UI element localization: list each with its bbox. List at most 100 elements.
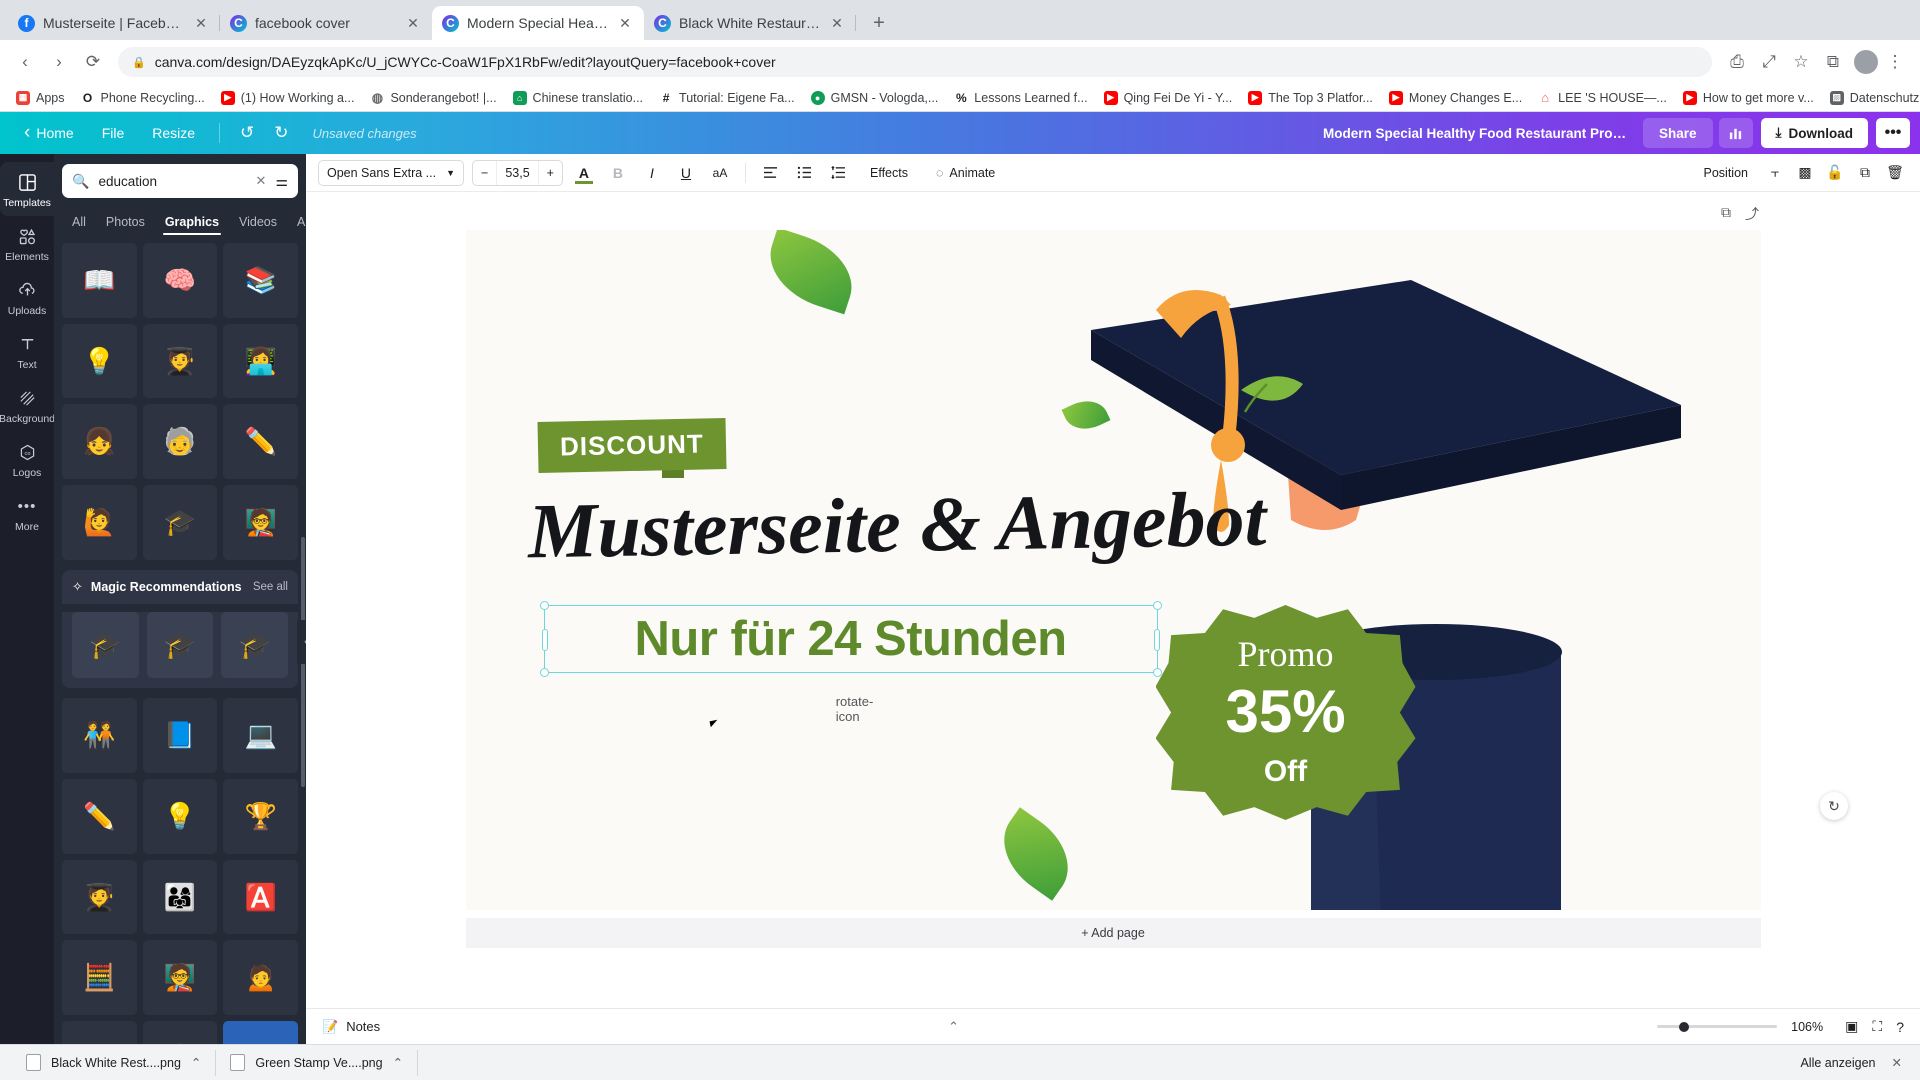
bookmark-item[interactable]: ▶ The Top 3 Platfor... xyxy=(1240,87,1381,109)
font-size-value[interactable]: 53,5 xyxy=(496,160,539,185)
magic-thumb[interactable]: 🎓 xyxy=(221,611,288,679)
position-button[interactable]: Position xyxy=(1694,160,1758,186)
redo-icon[interactable]: ↻ xyxy=(264,118,298,148)
graphic-thumb[interactable]: 🎓 xyxy=(142,485,218,560)
rail-item-uploads[interactable]: Uploads xyxy=(0,270,54,324)
graphic-thumb[interactable]: 💻 xyxy=(62,1021,137,1044)
bookmark-item[interactable]: ▶ Qing Fei De Yi - Y... xyxy=(1096,87,1241,109)
zoom-slider-knob[interactable] xyxy=(1679,1021,1690,1032)
chrome-menu-icon[interactable]: ⋮ xyxy=(1880,47,1910,77)
transparency-icon[interactable]: ▩ xyxy=(1792,160,1818,186)
extensions-icon[interactable]: ⧉ xyxy=(1818,47,1848,77)
bookmark-item[interactable]: O Phone Recycling... xyxy=(73,87,213,109)
zoom-slider[interactable] xyxy=(1657,1021,1778,1032)
file-menu-button[interactable]: File xyxy=(88,118,139,148)
tab-all[interactable]: All xyxy=(62,208,96,237)
browser-tab[interactable]: C facebook cover ✕ xyxy=(220,6,432,40)
magic-thumb[interactable]: 🎓 xyxy=(72,611,139,679)
bullet-list-icon[interactable] xyxy=(792,160,818,186)
browser-tab[interactable]: C Black White Restaurant Typogr ✕ xyxy=(644,6,856,40)
share-page-icon[interactable]: ⤴ xyxy=(1745,204,1759,224)
rail-item-logos[interactable]: co Logos xyxy=(0,432,54,486)
document-title[interactable]: Modern Special Healthy Food Restaurant P… xyxy=(1313,126,1643,141)
subline-text[interactable]: Nur für 24 Stunden xyxy=(545,606,1157,672)
magic-thumb[interactable]: 🎓 xyxy=(146,611,214,679)
close-icon[interactable]: ✕ xyxy=(828,14,846,32)
font-size-increase[interactable]: + xyxy=(539,161,562,185)
bookmark-item[interactable]: ● GMSN - Vologda,... xyxy=(803,87,947,109)
graphic-thumb[interactable]: 💡 xyxy=(62,323,137,399)
filter-sliders-icon[interactable]: ⚌ xyxy=(275,173,288,190)
undo-icon[interactable]: ↺ xyxy=(230,118,264,148)
graphic-thumb[interactable]: 📚 xyxy=(223,243,298,318)
pages-icon[interactable]: ▣ xyxy=(1845,1018,1858,1035)
close-icon[interactable]: ✕ xyxy=(256,173,267,189)
close-icon[interactable]: ✕ xyxy=(192,14,210,32)
back-icon[interactable]: ‹ xyxy=(10,47,40,77)
download-item[interactable]: Black White Rest....png ⌃ xyxy=(12,1049,217,1076)
graphic-thumb[interactable]: 🧑‍🎓 xyxy=(142,323,218,399)
selected-text-box[interactable]: Nur für 24 Stunden xyxy=(539,601,1162,677)
bookmark-item[interactable]: ▦ Apps xyxy=(8,87,73,109)
address-bar[interactable]: 🔒 canva.com/design/DAEyzqkApKc/U_jCWYCc-… xyxy=(118,47,1712,77)
tab-videos[interactable]: Videos xyxy=(229,208,287,237)
download-button[interactable]: ⤓ Download xyxy=(1760,118,1868,148)
tab-photos[interactable]: Photos xyxy=(96,208,155,237)
close-icon[interactable]: ✕ xyxy=(404,14,422,32)
duplicate-page-icon[interactable]: ⧉ xyxy=(1721,204,1731,224)
graphic-thumb[interactable]: 🅰️ xyxy=(223,859,298,935)
bookmark-item[interactable]: % Lessons Learned f... xyxy=(946,87,1095,109)
bookmark-item[interactable]: # Tutorial: Eigene Fa... xyxy=(651,87,803,109)
results-scroll-area[interactable]: 📖 🧠 📚 💡 🧑‍🎓 👩‍💻 👧 🧓 ✏️ 🙋 🎓 🧑‍🏫 ✧ Magi xyxy=(54,237,306,1044)
translate-icon[interactable]: ⎙ xyxy=(1722,47,1752,77)
resize-handle-mid[interactable] xyxy=(541,629,548,651)
bookmark-item[interactable]: ▶ (1) How Working a... xyxy=(213,87,363,109)
rail-item-background[interactable]: Background xyxy=(0,378,55,432)
bookmark-star-icon[interactable]: ☆ xyxy=(1786,47,1816,77)
tab-graphics[interactable]: Graphics xyxy=(155,208,229,237)
close-icon[interactable]: ✕ xyxy=(1892,1055,1902,1070)
graphic-thumb[interactable]: 🙍 xyxy=(223,940,298,1016)
reload-icon[interactable]: ⟳ xyxy=(78,47,108,77)
graphic-thumb[interactable]: 👩‍💻 xyxy=(223,323,298,399)
rail-item-text[interactable]: Text xyxy=(0,324,54,378)
close-icon[interactable]: ✕ xyxy=(616,14,634,32)
graphic-thumb[interactable]: 🔍 xyxy=(223,1021,298,1044)
more-options-button[interactable]: ••• xyxy=(1876,118,1910,148)
search-input[interactable]: 🔍 education ✕ ⚌ xyxy=(62,164,298,198)
browser-tab[interactable]: f Musterseite | Facebook ✕ xyxy=(8,6,220,40)
chevron-up-icon[interactable]: ⌃ xyxy=(191,1055,201,1070)
bookmark-item[interactable]: ▶ How to get more v... xyxy=(1675,87,1822,109)
avatar[interactable] xyxy=(1854,50,1878,74)
share-button[interactable]: Share xyxy=(1643,118,1713,148)
graphic-thumb[interactable]: 🧑‍🏫 xyxy=(142,940,218,1016)
animate-button[interactable]: ◌ Animate xyxy=(926,160,1005,186)
text-case-button[interactable]: aA xyxy=(707,160,733,186)
text-color-button[interactable]: A xyxy=(571,160,597,186)
resize-handle[interactable] xyxy=(539,601,549,610)
browser-tab-active[interactable]: C Modern Special Healthy Food F ✕ xyxy=(432,6,644,40)
graphic-thumb[interactable]: 📘 xyxy=(142,698,218,774)
duplicate-icon[interactable]: ⧉ xyxy=(1852,160,1878,186)
graphic-thumb[interactable]: 🏆 xyxy=(223,779,298,854)
canvas-area[interactable]: ⧉ ⤴ DISCOUNT Musterseite & Angebot Nur f… xyxy=(306,192,1920,1008)
bookmark-item[interactable]: ◍ Sonderangebot! |... xyxy=(362,87,504,109)
resize-handle[interactable] xyxy=(539,668,549,677)
graphic-thumb[interactable]: 🧑‍🤝‍🧑 xyxy=(62,698,137,774)
bookmark-item[interactable]: ⌂ Chinese translatio... xyxy=(505,87,651,109)
graphic-thumb[interactable]: ✏️ xyxy=(223,404,298,479)
discount-badge[interactable]: DISCOUNT xyxy=(536,418,726,473)
collapse-caret-icon[interactable]: ⌃ xyxy=(948,1019,959,1035)
home-button[interactable]: ‹ Home xyxy=(10,118,88,148)
graphic-thumb[interactable]: 💡 xyxy=(142,779,218,854)
graphic-thumb[interactable]: 👨‍👩‍👧 xyxy=(142,859,218,935)
graphic-thumb[interactable]: 💻 xyxy=(223,698,298,774)
lock-icon[interactable]: 🔓 xyxy=(1822,160,1848,186)
promo-badge[interactable]: Promo 35% Off xyxy=(1155,605,1416,820)
graphic-thumb[interactable]: 📖 xyxy=(62,243,137,318)
font-size-decrease[interactable]: − xyxy=(473,161,496,185)
see-all-button[interactable]: See all xyxy=(253,581,288,593)
download-item[interactable]: Green Stamp Ve....png ⌃ xyxy=(216,1049,419,1076)
show-all-downloads-button[interactable]: Alle anzeigen xyxy=(1800,1056,1875,1070)
graphic-thumb[interactable]: 👩 xyxy=(142,1021,218,1044)
